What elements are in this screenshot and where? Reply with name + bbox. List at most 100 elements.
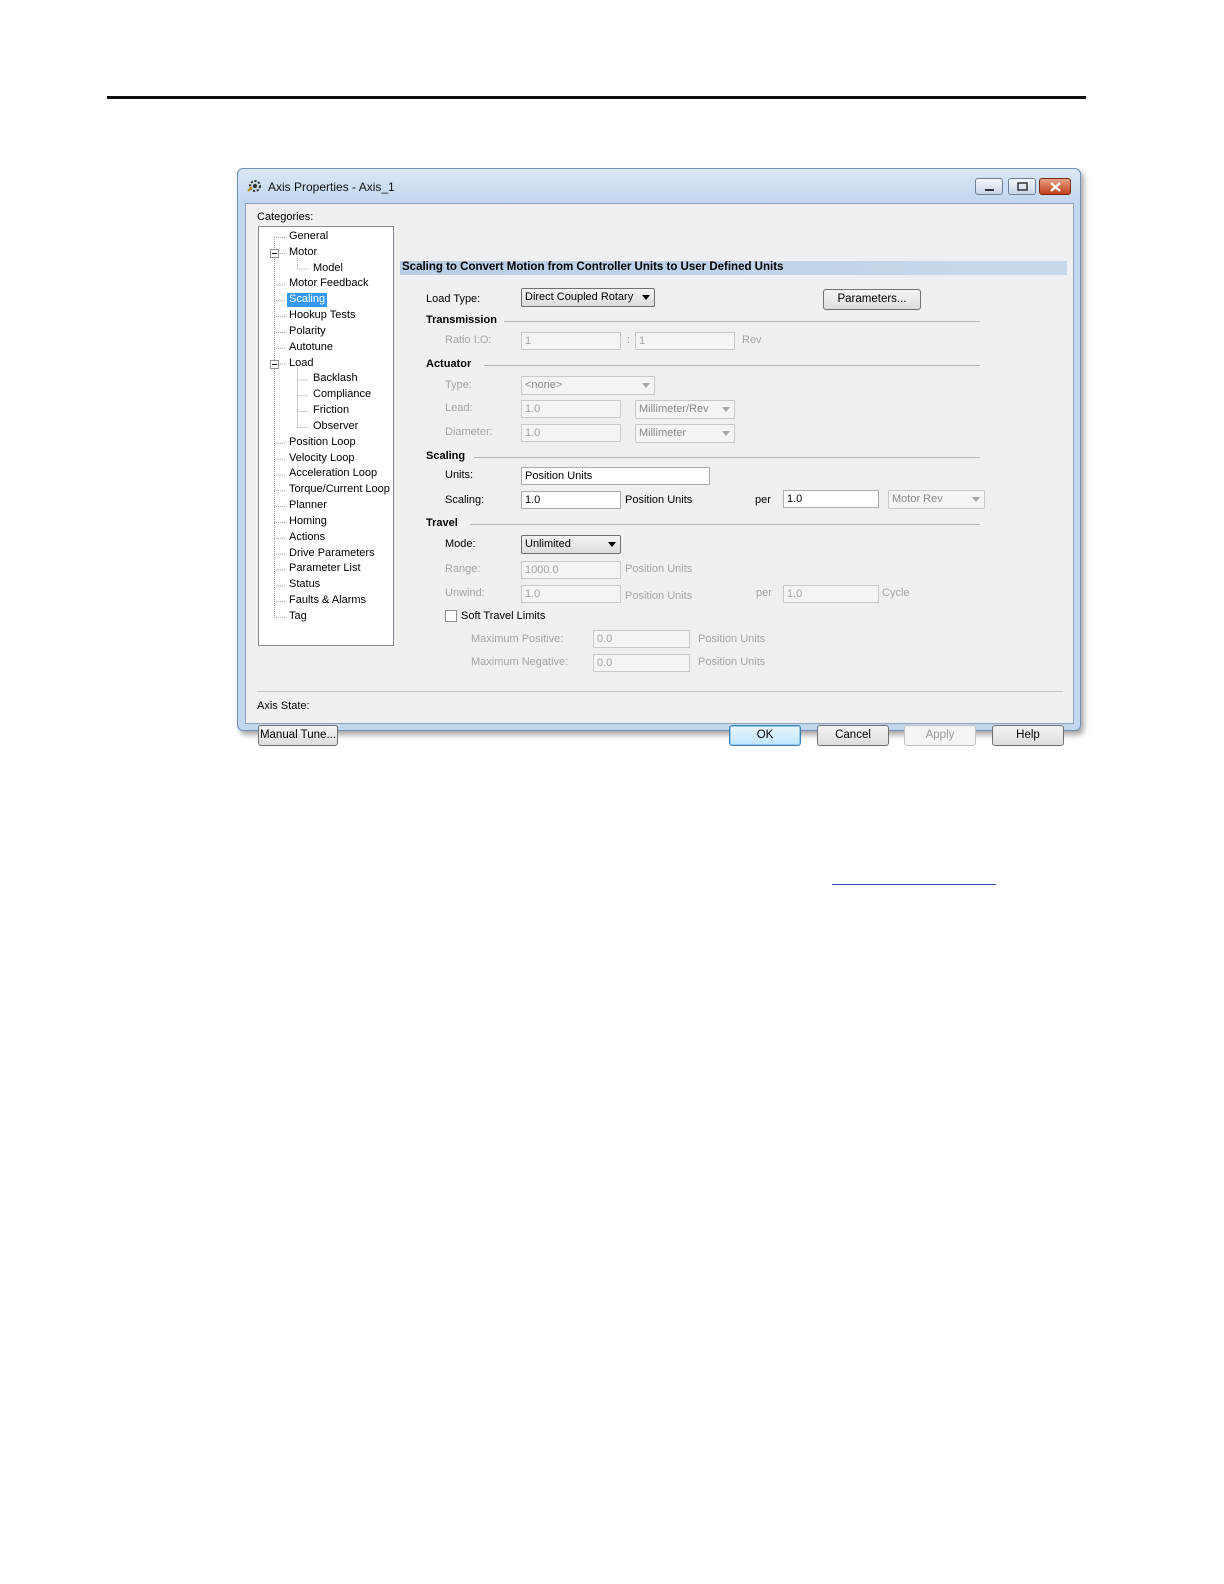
collapse-minus-icon[interactable] (270, 248, 279, 258)
diameter-label: Diameter: (445, 426, 493, 438)
minimize-button[interactable] (975, 178, 1003, 195)
tree-item-load[interactable]: Load (289, 357, 313, 371)
tree-item-scaling[interactable]: Scaling (287, 293, 328, 308)
ratio-output-field[interactable]: 1 (635, 332, 735, 350)
load-type-dropdown[interactable]: Direct Coupled Rotary (521, 288, 655, 307)
tree-item-hookup-tests[interactable]: Hookup Tests (289, 309, 355, 323)
tree-item-tag[interactable]: Tag (289, 610, 307, 624)
lead-unit-dropdown[interactable]: Millimeter/Rev (635, 400, 735, 419)
range-field[interactable]: 1000.0 (521, 561, 621, 579)
maximize-button[interactable] (1008, 178, 1036, 195)
travel-mode-dropdown[interactable]: Unlimited (521, 535, 621, 554)
tree-item-observer[interactable]: Observer (313, 420, 358, 434)
page-top-rule (107, 96, 1086, 99)
categories-label: Categories: (257, 211, 314, 223)
cancel-button[interactable]: Cancel (817, 725, 889, 746)
tree-item-torque-current-loop[interactable]: Torque/Current Loop (289, 483, 390, 497)
axis-state-label: Axis State: (257, 700, 310, 712)
tree-item-motor-feedback[interactable]: Motor Feedback (289, 277, 368, 291)
tree-item-acceleration-loop[interactable]: Acceleration Loop (289, 467, 377, 481)
max-negative-label: Maximum Negative: (471, 656, 569, 668)
ok-button[interactable]: OK (729, 725, 801, 746)
lead-unit-value: Millimeter/Rev (639, 403, 709, 415)
parameters-button[interactable]: Parameters... (823, 289, 921, 310)
travel-separator (470, 524, 980, 525)
tree-item-motor[interactable]: Motor (289, 246, 317, 260)
tree-item-general[interactable]: General (289, 230, 328, 244)
ratio-colon: : (627, 334, 631, 346)
diameter-unit-value: Millimeter (639, 427, 687, 439)
units-field[interactable]: Position Units (521, 467, 710, 485)
scaling-per-field[interactable]: 1.0 (783, 490, 879, 508)
scaling-section-label: Scaling (426, 450, 466, 462)
dropdown-arrow-icon (608, 542, 616, 547)
tree-item-polarity[interactable]: Polarity (289, 325, 326, 339)
apply-button[interactable]: Apply (904, 725, 976, 746)
lead-field[interactable]: 1.0 (521, 400, 621, 418)
title-bar[interactable]: Axis Properties - Axis_1 (238, 169, 1080, 203)
unwind-field[interactable]: 1.0 (521, 585, 621, 603)
tree-item-parameter-list[interactable]: Parameter List (289, 562, 361, 576)
transmission-separator (504, 321, 980, 322)
scaling-per-label: per (755, 494, 771, 506)
mode-label: Mode: (445, 538, 476, 550)
actuator-separator (484, 365, 980, 366)
tree-item-status[interactable]: Status (289, 578, 320, 592)
max-positive-label: Maximum Positive: (471, 633, 564, 645)
tree-item-friction[interactable]: Friction (313, 404, 349, 418)
load-type-value: Direct Coupled Rotary (525, 291, 634, 303)
close-button[interactable] (1039, 178, 1071, 195)
section-header-bar: Scaling to Convert Motion from Controlle… (400, 261, 1067, 275)
axis-gear-icon (247, 180, 261, 192)
load-type-label: Load Type: (426, 293, 481, 305)
unwind-label: Unwind: (445, 587, 485, 599)
tree-item-actions[interactable]: Actions (289, 531, 325, 545)
tree-item-homing[interactable]: Homing (289, 515, 327, 529)
tree-item-model[interactable]: Model (313, 262, 343, 276)
collapse-minus-icon[interactable] (270, 359, 279, 369)
tree-item-velocity-loop[interactable]: Velocity Loop (289, 452, 354, 466)
tree-item-faults-alarms[interactable]: Faults & Alarms (289, 594, 366, 608)
unwind-units-label: Position Units (625, 590, 693, 602)
max-positive-field[interactable]: 0.0 (593, 630, 690, 648)
ratio-label: Ratio I:O: (445, 334, 492, 346)
tree-item-backlash[interactable]: Backlash (313, 372, 358, 386)
soft-travel-limits-label: Soft Travel Limits (461, 610, 546, 622)
max-negative-units: Position Units (698, 656, 766, 668)
motor-rev-dropdown[interactable]: Motor Rev (888, 490, 985, 509)
maximize-icon (1017, 182, 1028, 191)
tree-item-drive-parameters[interactable]: Drive Parameters (289, 547, 375, 561)
tree-item-position-loop[interactable]: Position Loop (289, 436, 356, 450)
dropdown-arrow-icon (642, 295, 650, 300)
actuator-type-value: <none> (525, 379, 563, 391)
dropdown-arrow-icon (722, 431, 730, 436)
actuator-type-label: Type: (445, 379, 472, 391)
transmission-section-label: Transmission (426, 314, 497, 326)
diameter-unit-dropdown[interactable]: Millimeter (635, 424, 735, 443)
cycle-field[interactable]: 1.0 (783, 585, 879, 603)
tree-item-planner[interactable]: Planner (289, 499, 327, 513)
hyperlink-underline[interactable] (832, 884, 996, 885)
manual-tune-button[interactable]: Manual Tune... (258, 725, 338, 746)
units-label: Units: (445, 469, 474, 481)
diameter-field[interactable]: 1.0 (521, 424, 621, 442)
actuator-type-dropdown[interactable]: <none> (521, 376, 655, 395)
scaling-separator (474, 457, 980, 458)
scaling-label: Scaling: (445, 494, 485, 506)
actuator-section-label: Actuator (426, 358, 472, 370)
minimize-icon (985, 189, 994, 191)
scaling-field[interactable]: 1.0 (521, 491, 621, 509)
tree-item-compliance[interactable]: Compliance (313, 388, 371, 402)
ratio-input-field[interactable]: 1 (521, 332, 621, 350)
motor-rev-value: Motor Rev (892, 493, 943, 505)
max-negative-field[interactable]: 0.0 (593, 654, 690, 672)
travel-mode-value: Unlimited (525, 538, 571, 550)
ratio-unit: Rev (742, 334, 762, 346)
soft-travel-limits-checkbox[interactable] (445, 610, 457, 622)
section-header: Scaling to Convert Motion from Controlle… (402, 261, 784, 273)
range-label: Range: (445, 563, 481, 575)
tree-item-autotune[interactable]: Autotune (289, 341, 333, 355)
dropdown-arrow-icon (642, 383, 650, 388)
help-button[interactable]: Help (992, 725, 1064, 746)
categories-tree[interactable]: General Motor Model Motor Feedback Scaling Ho… (258, 226, 394, 646)
